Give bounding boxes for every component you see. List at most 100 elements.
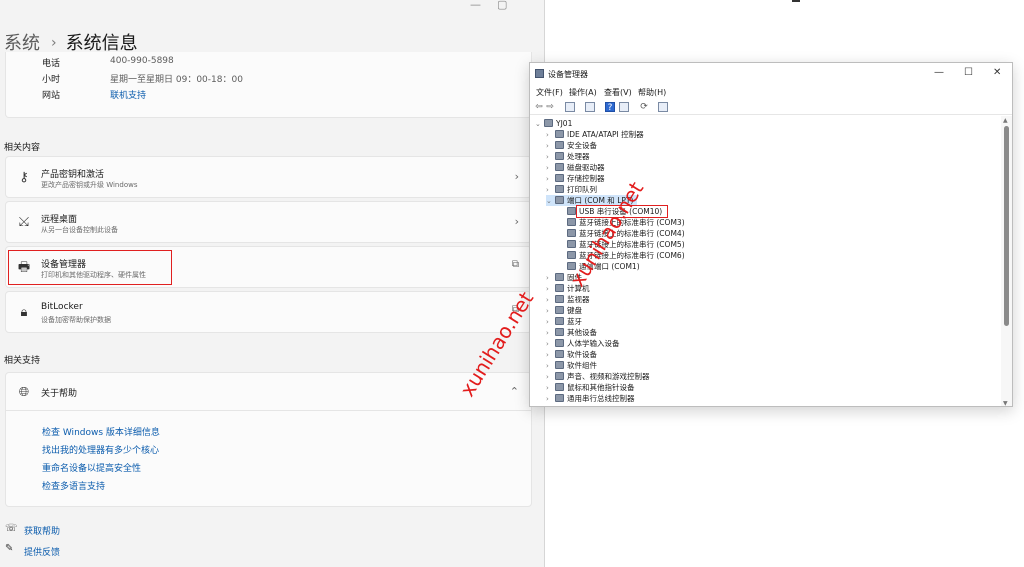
storage-controller-icon	[555, 174, 564, 182]
scroll-down-icon[interactable]: ▼	[1003, 400, 1008, 406]
tree-node-label: 固件	[567, 273, 582, 282]
tree-node-label: 通用串行总线控制器	[567, 394, 635, 403]
tree-node[interactable]: › 软件设备	[546, 349, 597, 360]
help-link[interactable]: 检查 Windows 版本详细信息	[42, 425, 160, 438]
tree-node[interactable]: › 人体学输入设备	[546, 338, 620, 349]
tree-leaf-label: 通信端口 (COM1)	[579, 262, 640, 271]
device-manager-icon	[535, 69, 544, 78]
tree-node[interactable]: › 监视器	[546, 294, 590, 305]
chevron-down-icon: ⌄	[546, 197, 552, 205]
product-key-subtitle: 更改产品密钥或升级 Windows	[41, 181, 138, 189]
tree-node[interactable]: › 通用串行总线控制器	[546, 393, 635, 404]
external-link-icon: ⧉	[511, 304, 519, 315]
vertical-scrollbar[interactable]: ▲ ▼	[1001, 116, 1012, 406]
page-title: 系统信息	[65, 33, 138, 54]
device-manager-window: 设备管理器 — ☐ ✕ 文件(F) 操作(A) 查看(V) 帮助(H) ⇦ ⇨ …	[529, 62, 1013, 407]
remote-desktop-row[interactable]: ⤩ 远程桌面 从另一台设备控制此设备 ›	[5, 201, 532, 243]
back-icon[interactable]: ⇦	[534, 102, 544, 112]
port-icon	[555, 196, 564, 204]
tree-node[interactable]: › 处理器	[546, 151, 590, 162]
scan-icon[interactable]: ⟳	[639, 102, 649, 112]
tree-node[interactable]: › 计算机	[546, 283, 590, 294]
help-link[interactable]: 检查多语言支持	[42, 479, 105, 492]
properties-icon[interactable]	[565, 102, 575, 112]
view-icon[interactable]	[619, 102, 629, 112]
menu-help[interactable]: 帮助(H)	[638, 87, 666, 98]
monitor-icon[interactable]	[658, 102, 668, 112]
device-manager-row[interactable]: 🖶 设备管理器 打印机和其他驱动程序、硬件属性 ⧉	[5, 246, 532, 288]
tree-node-label: 计算机	[567, 284, 590, 293]
tree-leaf-label: USB 串行设备 (COM10)	[579, 207, 663, 216]
chevron-down-icon: ⌄	[535, 120, 541, 128]
scrollbar-thumb[interactable]	[1004, 126, 1009, 326]
feedback-link[interactable]: 提供反馈	[24, 545, 60, 558]
tree-node-label: 键盘	[567, 306, 582, 315]
chevron-right-icon: ›	[546, 395, 549, 403]
tree-node[interactable]: › 安全设备	[546, 140, 597, 151]
tree-node[interactable]: › 声音、视频和游戏控制器	[546, 371, 650, 382]
tree-node[interactable]: › 打印队列	[546, 184, 597, 195]
tree-node[interactable]: › 键盘	[546, 305, 582, 316]
tree-root[interactable]: ⌄ YJ01	[535, 118, 572, 129]
tree-leaf-label: 蓝牙链接上的标准串行 (COM6)	[579, 251, 685, 260]
help-header[interactable]: 🌐︎ 关于帮助 ⌃	[6, 373, 531, 411]
tree-leaf[interactable]: 蓝牙链接上的标准串行 (COM4)	[567, 228, 685, 239]
tree-node-label: 其他设备	[567, 328, 597, 337]
print-queue-icon	[555, 185, 564, 193]
tree-leaf[interactable]: 通信端口 (COM1)	[567, 261, 640, 272]
tree-node[interactable]: › 磁盘驱动器	[546, 162, 605, 173]
tree-leaf[interactable]: 蓝牙链接上的标准串行 (COM3)	[567, 217, 685, 228]
help-card: 🌐︎ 关于帮助 ⌃ 检查 Windows 版本详细信息 找出我的处理器有多少个核…	[5, 372, 532, 507]
device-manager-title: 设备管理器	[548, 70, 588, 79]
tree-node[interactable]: › 鼠标和其他指针设备	[546, 382, 635, 393]
maximize-button[interactable]: ▢	[497, 0, 507, 11]
tree-node[interactable]: › 固件	[546, 272, 582, 283]
get-help-link[interactable]: 获取帮助	[24, 524, 60, 537]
tree-node[interactable]: › 蓝牙	[546, 316, 582, 327]
help-link[interactable]: 重命名设备以提高安全性	[42, 461, 141, 474]
port-icon	[567, 229, 576, 237]
close-button[interactable]: ✕	[993, 67, 1001, 78]
product-key-row[interactable]: ⚷ 产品密钥和激活 更改产品密钥或升级 Windows ›	[5, 156, 532, 198]
tree-node-label: 打印队列	[567, 185, 597, 194]
tree-node-ports[interactable]: ⌄ 端口 (COM 和 LPT)	[546, 195, 638, 206]
help-icon[interactable]: ?	[605, 102, 615, 113]
tree-node[interactable]: › 其他设备	[546, 327, 597, 338]
bitlocker-row[interactable]: 🔒︎ BitLocker 设备加密帮助保护数据 ⧉	[5, 291, 532, 333]
list-icon[interactable]	[585, 102, 595, 112]
port-icon	[567, 207, 576, 215]
online-support-link[interactable]: 联机支持	[110, 88, 146, 101]
device-tree: ⌄ YJ01 › IDE ATA/ATAPI 控制器 › 安全设备 › 处理器 › 磁盘驱…	[530, 116, 1002, 406]
tree-node[interactable]: › IDE ATA/ATAPI 控制器	[546, 129, 644, 140]
breadcrumb-system[interactable]: 系统	[4, 33, 40, 54]
forward-icon[interactable]: ⇨	[545, 102, 555, 112]
chevron-right-icon: ›	[514, 170, 519, 183]
phone-label: 电话	[42, 59, 61, 69]
tree-leaf[interactable]: 蓝牙链接上的标准串行 (COM5)	[567, 239, 685, 250]
maximize-button[interactable]: ☐	[964, 67, 973, 78]
usb-icon	[555, 394, 564, 402]
device-manager-titlebar[interactable]: 设备管理器 — ☐ ✕	[530, 63, 1012, 85]
tree-node[interactable]: › 存储控制器	[546, 173, 605, 184]
tree-node[interactable]: › 软件组件	[546, 360, 597, 371]
menu-action[interactable]: 操作(A)	[569, 87, 597, 98]
tree-node-label: 存储控制器	[567, 174, 605, 183]
tree-node-label: 处理器	[567, 152, 590, 161]
help-link[interactable]: 找出我的处理器有多少个核心	[42, 443, 159, 456]
minimize-button[interactable]: —	[934, 67, 944, 78]
minimize-button[interactable]: —	[470, 0, 481, 11]
tree-node-label: IDE ATA/ATAPI 控制器	[567, 130, 644, 139]
tree-leaf[interactable]: 蓝牙链接上的标准串行 (COM6)	[567, 250, 685, 261]
device-manager-subtitle: 打印机和其他驱动程序、硬件属性	[41, 271, 146, 279]
globe-icon: 🌐︎	[18, 385, 30, 400]
device-manager-icon: 🖶	[17, 260, 31, 275]
menu-file[interactable]: 文件(F)	[536, 87, 563, 98]
security-device-icon	[555, 141, 564, 149]
computer-icon	[544, 119, 553, 127]
feedback-icon: ✎	[5, 543, 14, 554]
related-support-title: 相关支持	[4, 356, 41, 366]
tree-node-label: 蓝牙	[567, 317, 582, 326]
menu-view[interactable]: 查看(V)	[604, 87, 632, 98]
scroll-up-icon[interactable]: ▲	[1003, 117, 1008, 124]
tree-leaf[interactable]: USB 串行设备 (COM10)	[567, 206, 662, 217]
